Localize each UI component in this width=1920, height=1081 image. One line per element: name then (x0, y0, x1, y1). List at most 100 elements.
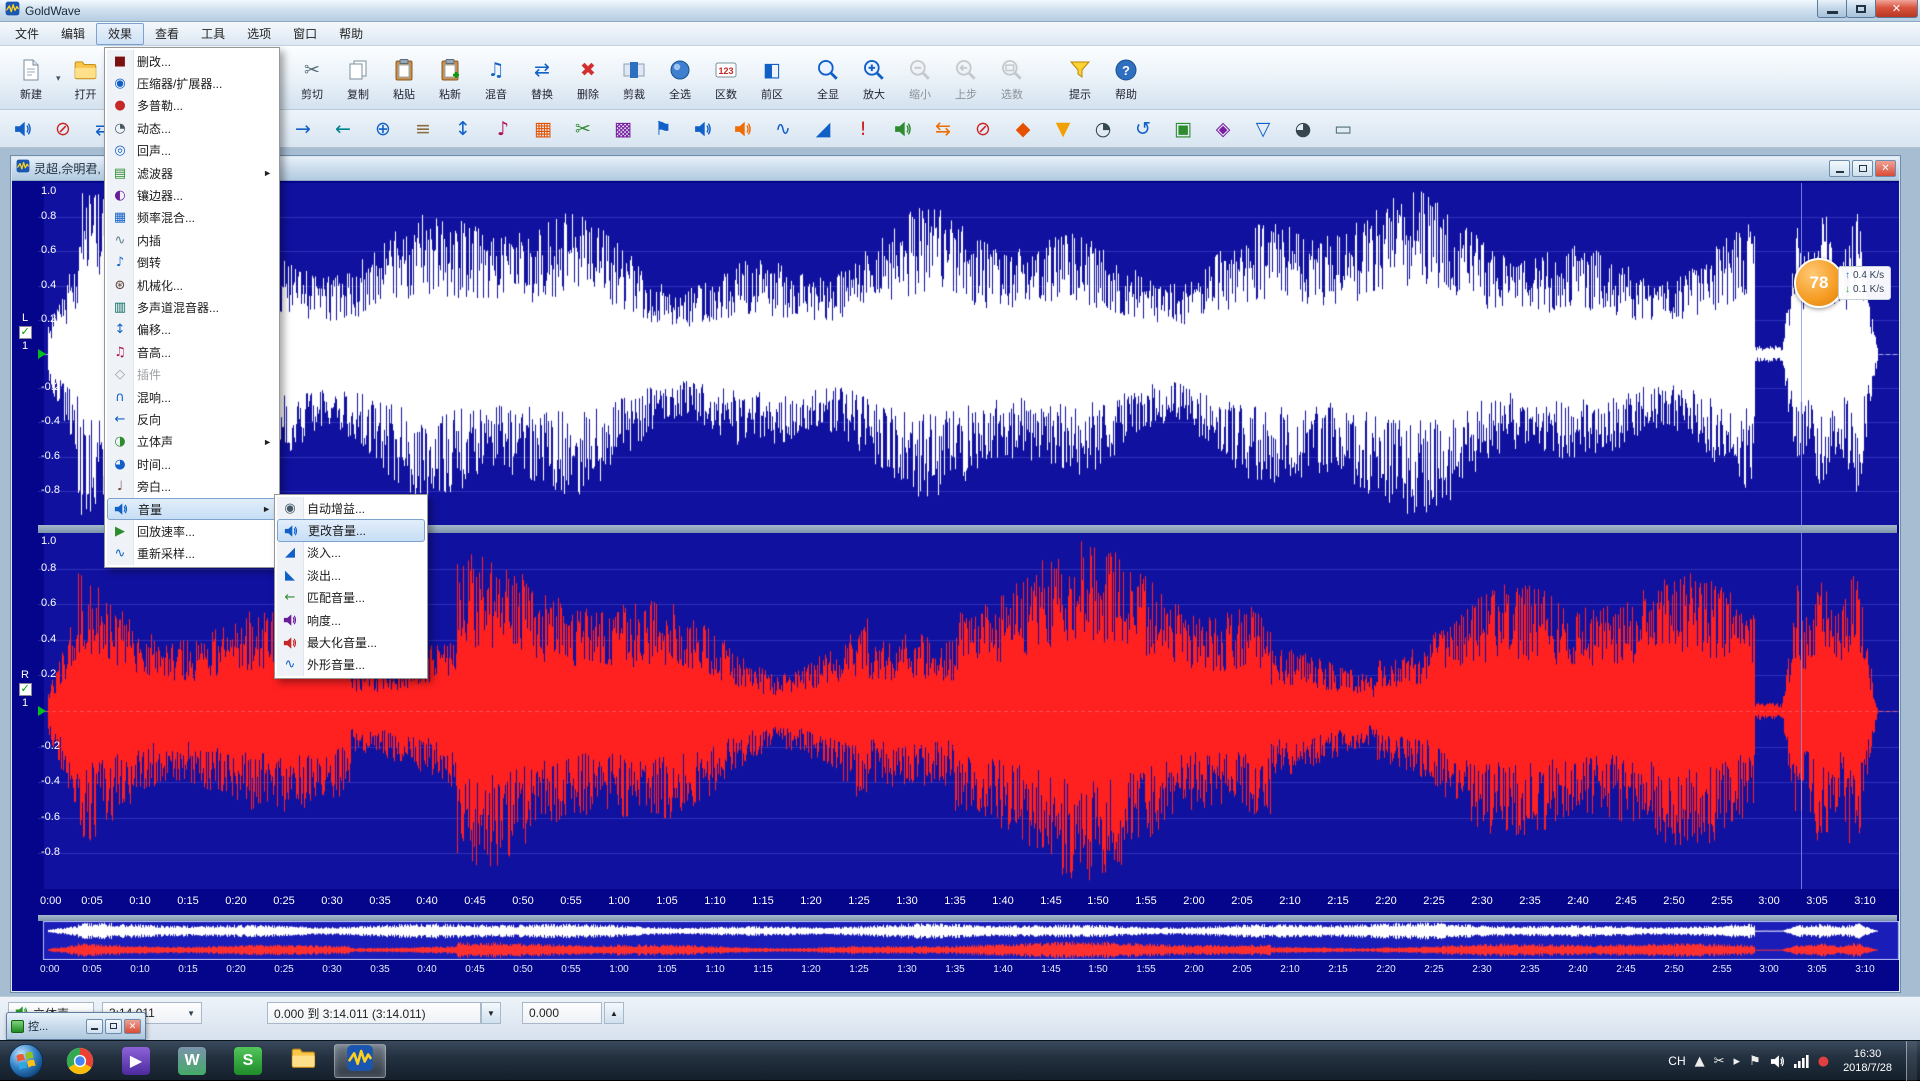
toolbar-digits-button[interactable]: 123区数 (703, 49, 749, 107)
effect-tool-fade-icon[interactable]: ◢ (806, 113, 840, 145)
toolbar-trim-button[interactable]: 剪裁 (611, 49, 657, 107)
snip-tool-icon[interactable]: ✂ (1714, 1054, 1725, 1069)
document-title-bar[interactable]: 灵超,佘明君, ✕ (12, 157, 1899, 181)
menubar-item-5[interactable]: 工具 (190, 23, 236, 45)
effect-tool-clock2-icon[interactable]: ◕ (1286, 113, 1320, 145)
start-button[interactable] (0, 1041, 52, 1081)
toolbar-pastenew-button[interactable]: 粘新 (427, 49, 473, 107)
toolbar-paste-button[interactable]: 粘贴 (381, 49, 427, 107)
effects-menu-item-9[interactable]: ∿内插 (107, 229, 277, 251)
volume-submenu-item-5[interactable]: ←匹配音量... (277, 587, 425, 609)
effect-tool-marker-icon[interactable]: ⚑ (646, 113, 680, 145)
effect-tool-restore-icon[interactable]: ↺ (1126, 113, 1160, 145)
menubar-item-8[interactable]: 帮助 (328, 23, 374, 45)
document-close-button[interactable]: ✕ (1875, 160, 1896, 177)
effect-tool-expander-icon[interactable]: ▽ (1246, 113, 1280, 145)
taskbar-app-explorer[interactable] (278, 1044, 330, 1078)
effects-menu-item-21[interactable]: 音量► (107, 498, 277, 520)
effect-tool-grid-icon[interactable]: ▣ (1166, 113, 1200, 145)
effect-tool-presets-icon[interactable]: ◆ (1006, 113, 1040, 145)
effect-tool-pitch-icon[interactable]: ♪ (486, 113, 520, 145)
effects-menu-item-14[interactable]: ♫音高... (107, 341, 277, 363)
effect-tool-alert-icon[interactable]: ! (846, 113, 880, 145)
speed-badge[interactable]: 78 (1794, 258, 1844, 308)
effect-tool-device-controls-icon[interactable] (6, 113, 40, 145)
toolbar-page-button[interactable]: 新建 (8, 49, 54, 107)
volume-tray-icon[interactable] (1770, 1054, 1785, 1069)
taskbar-app-w-app[interactable]: W (166, 1044, 218, 1078)
effects-menu-item-1[interactable]: ■删改... (107, 50, 277, 72)
show-desktop-button[interactable] (1906, 1041, 1917, 1081)
document-restore-button[interactable] (1852, 160, 1873, 177)
effect-tool-match-volume-icon[interactable] (886, 113, 920, 145)
network-speed-widget[interactable]: 78 ↑0.4 K/s ↓0.1 K/s (1794, 258, 1891, 308)
effect-tool-flanger-icon[interactable]: → (286, 113, 320, 145)
effects-menu-item-16[interactable]: ∩混响... (107, 386, 277, 408)
controller-restore-button[interactable] (105, 1019, 122, 1034)
effects-menu-item-2[interactable]: ◉压缩器/扩展器... (107, 72, 277, 94)
effect-tool-timer-icon[interactable]: ◔ (1086, 113, 1120, 145)
effects-menu-item-3[interactable]: ●多普勒... (107, 95, 277, 117)
taskbar-app-chrome[interactable] (54, 1044, 106, 1078)
minimize-button[interactable] (1817, 0, 1847, 18)
toolbar-mix-button[interactable]: ♫混音 (473, 49, 519, 107)
controller-close-button[interactable]: ✕ (124, 1019, 141, 1034)
toolbar-selectall-button[interactable]: 全选 (657, 49, 703, 107)
effects-menu-item-20[interactable]: ♩旁白... (107, 475, 277, 497)
effects-menu-item-4[interactable]: ◔动态... (107, 117, 277, 139)
network-tray-icon[interactable] (1794, 1055, 1809, 1068)
taskbar-app-s-app[interactable]: S (222, 1044, 274, 1078)
volume-submenu-item-2[interactable]: 更改音量... (277, 519, 425, 541)
volume-submenu-item-1[interactable]: ◉自动增益... (277, 497, 425, 519)
effects-menu-item-10[interactable]: ♪倒转 (107, 252, 277, 274)
effect-tool-mixer-icon[interactable]: ▦ (526, 113, 560, 145)
menubar-item-2[interactable]: 编辑 (50, 23, 96, 45)
effects-menu-item-23[interactable]: ∿重新采样... (107, 543, 277, 565)
controller-minimize-button[interactable] (86, 1019, 103, 1034)
toolbar-cut-button[interactable]: ✂剪切 (289, 49, 335, 107)
effect-tool-offset-icon[interactable]: ↕ (446, 113, 480, 145)
controller-window[interactable]: 控... ✕ (6, 1012, 146, 1040)
menubar-item-7[interactable]: 窗口 (282, 23, 328, 45)
effect-tool-invert-icon[interactable]: ⊕ (366, 113, 400, 145)
effects-menu-item-11[interactable]: ⊛机械化... (107, 274, 277, 296)
right-channel-toggle[interactable]: R1 (15, 669, 35, 710)
menubar-item-1[interactable]: 文件 (4, 23, 50, 45)
toolbar-zoomin-button[interactable]: 放大 (851, 49, 897, 107)
effect-tool-crop-icon[interactable]: ✂ (566, 113, 600, 145)
effect-tool-swap-channels-icon[interactable]: ⇆ (926, 113, 960, 145)
channel-checkbox[interactable] (19, 326, 32, 339)
close-button[interactable]: ✕ (1875, 0, 1918, 18)
effect-tool-spectrum-icon[interactable]: ▩ (606, 113, 640, 145)
new-dropdown-arrow-icon[interactable]: ▾ (56, 73, 61, 84)
language-indicator[interactable]: CH (1668, 1054, 1685, 1068)
volume-submenu-item-7[interactable]: 最大化音量... (277, 631, 425, 653)
toolbar-copy-button[interactable]: 复制 (335, 49, 381, 107)
effects-menu-item-12[interactable]: ▥多声道混音器... (107, 296, 277, 318)
left-channel-waveform[interactable] (38, 183, 1899, 525)
effect-tool-shape-volume-icon[interactable]: ∿ (766, 113, 800, 145)
menubar-item-6[interactable]: 选项 (236, 23, 282, 45)
volume-submenu-item-3[interactable]: ◢淡入... (277, 542, 425, 564)
overview-waveform[interactable] (38, 921, 1899, 960)
toolbar-folder-button[interactable]: 打开 (63, 49, 109, 107)
media-tray-icon[interactable]: ▸ (1734, 1054, 1741, 1069)
volume-submenu-item-8[interactable]: ∿外形音量... (277, 654, 425, 676)
taskbar-app-media-player[interactable]: ▶ (110, 1044, 162, 1078)
effects-menu-item-5[interactable]: ◎回声... (107, 140, 277, 162)
toolbar-replace-button[interactable]: ⇄替换 (519, 49, 565, 107)
effects-menu-item-17[interactable]: ←反向 (107, 408, 277, 430)
maximize-button[interactable] (1846, 0, 1876, 18)
selection-dropdown-button[interactable]: ▼ (481, 1002, 501, 1024)
toolbar-zoomall-button[interactable]: 全显 (805, 49, 851, 107)
channel-checkbox[interactable] (19, 683, 32, 696)
effects-menu-item-7[interactable]: ◐镶边器... (107, 184, 277, 206)
position-spinner-button[interactable]: ▲ (604, 1002, 624, 1024)
effect-tool-mute-icon[interactable]: ⊘ (966, 113, 1000, 145)
effect-tool-mechanize-icon[interactable]: ≡ (406, 113, 440, 145)
effects-menu-item-13[interactable]: ↕偏移... (107, 319, 277, 341)
effect-tool-censor-icon[interactable]: ⊘ (46, 113, 80, 145)
taskbar-app-goldwave[interactable] (334, 1044, 386, 1078)
window-title-bar[interactable]: GoldWave ✕ (0, 0, 1920, 22)
volume-submenu-item-6[interactable]: 响度... (277, 609, 425, 631)
